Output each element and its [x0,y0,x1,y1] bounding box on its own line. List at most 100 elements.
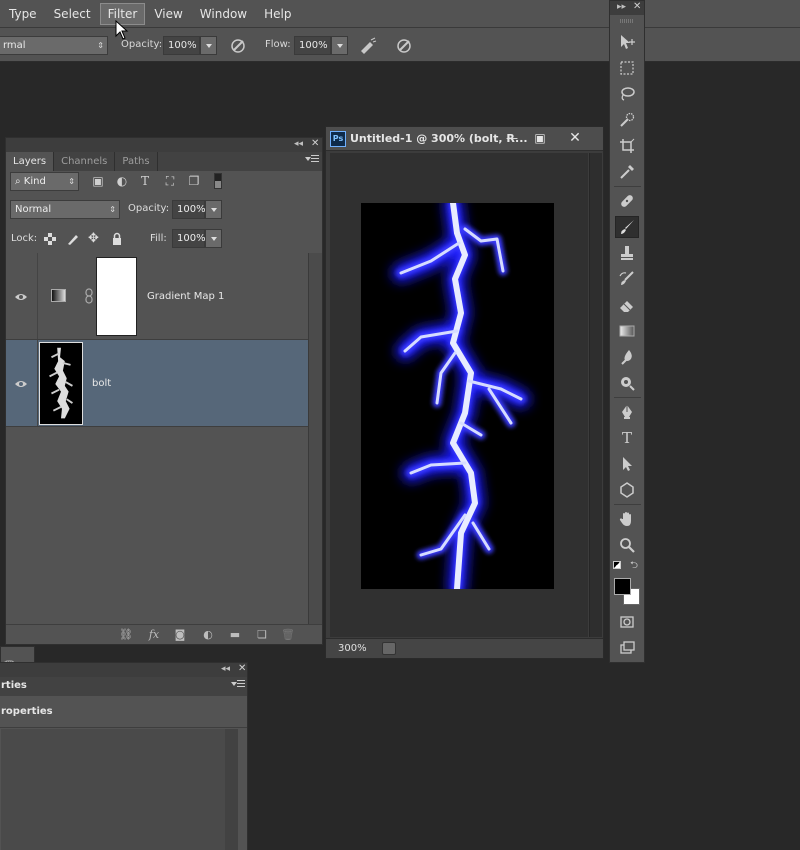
shape-tool[interactable] [615,479,639,501]
bolt-layer-thumbnail[interactable] [39,342,83,425]
blur-tool[interactable] [615,346,639,368]
flow-dropdown-button[interactable] [331,36,348,55]
tab-properties[interactable]: rties [1,680,27,691]
minimize-icon[interactable]: — [500,129,524,147]
path-select-tool[interactable] [615,453,639,475]
properties-scrollbar[interactable] [225,729,238,850]
visibility-eye-icon[interactable] [14,292,28,302]
swap-colors-icon[interactable]: ⮌ [630,558,638,575]
tools-grip[interactable] [620,19,634,23]
adjustment-layer-icon[interactable]: ◐ [200,628,216,642]
eyedropper-tool[interactable] [615,161,639,183]
chain-link-icon[interactable] [84,288,94,304]
layer-list-scrollbar[interactable] [308,253,322,626]
filter-toggle-switch[interactable] [214,173,222,189]
tools-panel-topbar[interactable]: ▸▸ ✕ [610,1,644,15]
panel-menu-icon[interactable] [305,155,319,163]
pressure-opacity-icon[interactable] [228,36,248,56]
healing-brush-tool[interactable] [615,190,639,212]
blur-icon [621,350,632,365]
clone-stamp-tool[interactable] [615,242,639,264]
layers-panel-topbar[interactable]: ◂◂ ✕ [6,138,322,152]
shape-filter-icon[interactable]: ⛶ [162,174,178,188]
tab-paths[interactable]: Paths [115,152,158,171]
document-titlebar[interactable]: Ps Untitled-1 @ 300% (bolt, R... — ▣ ✕ [326,127,603,151]
delete-layer-icon[interactable]: 🗑 [280,628,296,642]
menu-view[interactable]: View [146,3,190,25]
menu-window[interactable]: Window [192,3,255,25]
layer-opacity-dropdown-button[interactable] [205,200,222,219]
new-layer-icon[interactable]: ❏ [254,628,270,642]
gradient-tool[interactable] [615,320,639,342]
expand-panel-icon[interactable]: ▸▸ [617,2,626,12]
close-panel-icon[interactable]: ✕ [238,663,246,674]
lock-all-icon[interactable] [110,232,124,246]
eraser-tool[interactable] [615,294,639,316]
layer-row-divider [37,340,38,426]
brush-tool[interactable] [615,216,639,238]
lock-image-icon[interactable] [66,232,80,246]
new-group-icon[interactable]: ▬ [227,628,243,642]
default-colors-icon[interactable] [613,561,621,569]
link-layers-icon[interactable]: ⛓ [118,628,134,642]
tab-layers[interactable]: Layers [6,152,55,171]
pixel-filter-icon[interactable]: ▣ [90,174,106,188]
quick-mask-button[interactable] [615,611,639,633]
lock-position-icon[interactable]: ✥ [88,232,102,246]
zoom-level[interactable]: 300% [338,643,367,654]
flow-input[interactable]: 100% [294,36,331,55]
blend-mode-select[interactable]: rmal ⇕ [0,36,108,55]
close-window-icon[interactable]: ✕ [563,129,587,147]
move-tool[interactable] [615,31,639,53]
panel-menu-icon[interactable] [231,680,245,688]
quick-select-tool[interactable] [615,109,639,131]
zoom-tool[interactable] [615,534,639,556]
foreground-color-swatch[interactable] [614,578,631,595]
collapse-panel-icon[interactable]: ◂◂ [221,664,230,674]
add-mask-icon[interactable]: ◙ [172,628,188,642]
smart-object-filter-icon[interactable]: ❐ [186,174,202,188]
tab-channels[interactable]: Channels [54,152,116,171]
status-info-button[interactable] [382,642,396,655]
menu-help[interactable]: Help [256,3,299,25]
menu-type[interactable]: Type [1,3,45,25]
close-panel-icon[interactable]: ✕ [633,1,641,12]
menu-select[interactable]: Select [46,3,99,25]
visibility-eye-icon[interactable] [14,379,28,389]
screen-mode-button[interactable] [615,637,639,659]
layer-opacity-input[interactable]: 100% [172,200,206,219]
marquee-tool[interactable] [615,57,639,79]
lock-transparent-icon[interactable] [43,232,57,246]
opacity-dropdown-button[interactable] [200,36,217,55]
layer-blend-mode-select[interactable]: Normal ⇕ [10,200,120,219]
fill-input[interactable]: 100% [172,229,206,248]
history-brush-tool[interactable] [615,268,639,290]
document-vertical-scrollbar[interactable] [589,153,602,637]
canvas-area[interactable] [330,153,588,637]
layers-tab-row: Layers Channels Paths [6,152,322,171]
fill-dropdown-button[interactable] [205,229,222,248]
layer-style-fx-icon[interactable]: fx [146,628,162,642]
type-filter-icon[interactable]: T [137,174,153,188]
close-panel-icon[interactable]: ✕ [311,138,319,149]
layer-name[interactable]: Gradient Map 1 [147,291,224,302]
layer-row-gradient-map[interactable]: Gradient Map 1 [6,253,308,340]
opacity-input[interactable]: 100% [163,36,200,55]
pen-tool[interactable] [615,401,639,423]
layer-name[interactable]: bolt [92,378,111,389]
type-tool[interactable]: T [615,427,639,449]
lasso-tool[interactable] [615,83,639,105]
adjustment-filter-icon[interactable]: ◐ [114,174,130,188]
hand-tool[interactable] [615,508,639,530]
canvas-image[interactable] [361,203,554,589]
crop-tool[interactable] [615,135,639,157]
dodge-tool[interactable] [615,372,639,394]
pressure-size-icon[interactable] [394,36,414,56]
airbrush-icon[interactable] [358,36,378,56]
maximize-icon[interactable]: ▣ [528,129,552,147]
collapse-panel-icon[interactable]: ◂◂ [294,139,303,149]
layer-mask-thumbnail[interactable] [96,257,137,336]
properties-panel-topbar[interactable]: ◂◂ ✕ [0,663,247,677]
kind-filter-select[interactable]: ⌕ Kind ⇕ [10,172,79,191]
layer-row-bolt[interactable]: bolt [6,340,308,427]
